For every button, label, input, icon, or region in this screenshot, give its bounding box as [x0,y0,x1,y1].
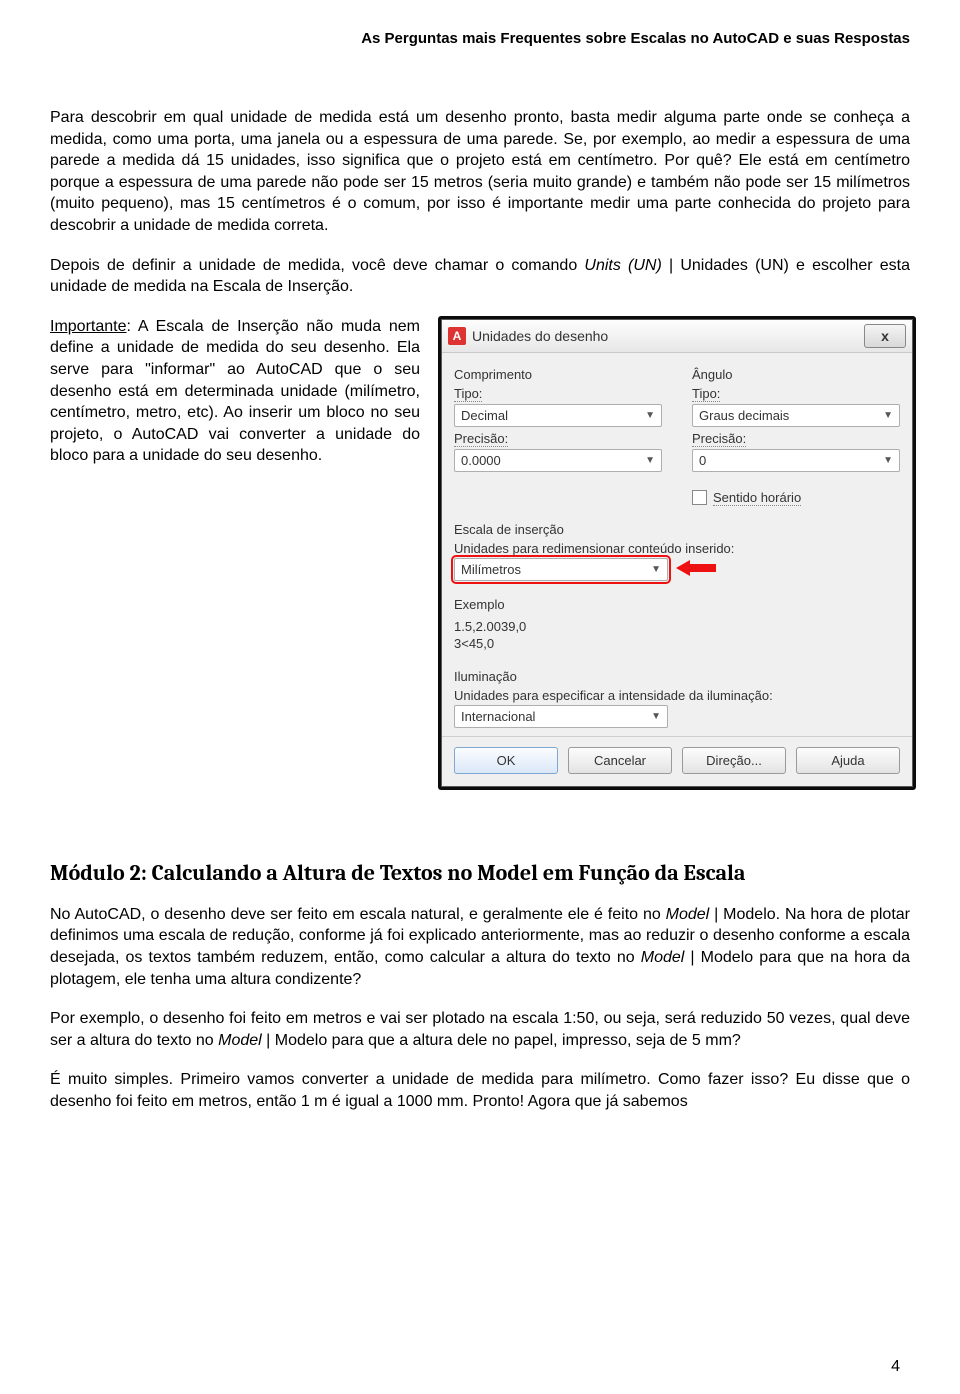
direction-button[interactable]: Direção... [682,747,786,774]
clockwise-checkbox[interactable] [692,490,707,505]
module-2-heading: Módulo 2: Calculando a Altura de Textos … [50,860,910,886]
page-header: As Perguntas mais Frequentes sobre Escal… [50,30,910,47]
paragraph-3: Importante: A Escala de Inserção não mud… [50,316,420,467]
length-precision-label: Precisão: [454,431,662,447]
chevron-down-icon: ▼ [883,455,893,466]
p4-a: No AutoCAD, o desenho deve ser feito em … [50,906,666,923]
app-icon: A [448,327,466,345]
angle-precision-select[interactable]: 0 ▼ [692,449,900,472]
length-precision-value: 0.0000 [461,453,501,468]
insertion-units-select[interactable]: Milímetros ▼ [454,558,668,581]
p3-text: : A Escala de Inserção não muda nem defi… [50,318,420,465]
insertion-scale-label: Escala de inserção [454,522,900,537]
length-type-value: Decimal [461,408,508,423]
p2-text-a: Depois de definir a unidade de medida, v… [50,257,584,274]
lighting-sub: Unidades para especificar a intensidade … [454,688,900,703]
example-label: Exemplo [454,597,900,612]
insertion-scale-sub: Unidades para redimensionar conteúdo ins… [454,541,900,556]
chevron-down-icon: ▼ [883,410,893,421]
chevron-down-icon: ▼ [651,711,661,722]
clockwise-label: Sentido horário [713,490,801,506]
paragraph-1: Para descobrir em qual unidade de medida… [50,107,910,237]
help-button[interactable]: Ajuda [796,747,900,774]
units-dialog: A Unidades do desenho x Comprimento Tipo… [438,316,916,790]
p5-model: Model [218,1032,262,1049]
chevron-down-icon: ▼ [645,455,655,466]
lighting-units-select[interactable]: Internacional ▼ [454,705,668,728]
length-precision-select[interactable]: 0.0000 ▼ [454,449,662,472]
p3-important: Importante [50,318,126,335]
paragraph-6: É muito simples. Primeiro vamos converte… [50,1069,910,1112]
angle-section-label: Ângulo [692,367,900,382]
paragraph-5: Por exemplo, o desenho foi feito em metr… [50,1008,910,1051]
page-number: 4 [891,1358,900,1376]
paragraph-4: No AutoCAD, o desenho deve ser feito em … [50,904,910,990]
length-section-label: Comprimento [454,367,662,382]
paragraph-2: Depois de definir a unidade de medida, v… [50,255,910,298]
lighting-label: Iluminação [454,669,900,684]
close-icon: x [881,328,889,344]
angle-type-select[interactable]: Graus decimais ▼ [692,404,900,427]
length-type-select[interactable]: Decimal ▼ [454,404,662,427]
p4-model-2: Model [641,949,685,966]
chevron-down-icon: ▼ [645,410,655,421]
highlight-arrow-icon [676,558,716,578]
ok-button[interactable]: OK [454,747,558,774]
dialog-titlebar[interactable]: A Unidades do desenho x [442,320,912,353]
example-line-1: 1.5,2.0039,0 [454,618,900,636]
dialog-title-text: Unidades do desenho [472,328,608,344]
cancel-button[interactable]: Cancelar [568,747,672,774]
angle-precision-label: Precisão: [692,431,900,447]
angle-type-value: Graus decimais [699,408,789,423]
close-button[interactable]: x [864,324,906,348]
angle-precision-value: 0 [699,453,706,468]
length-type-label: Tipo: [454,386,662,402]
angle-type-label: Tipo: [692,386,900,402]
chevron-down-icon: ▼ [651,564,661,575]
p2-command: Units (UN) [584,257,661,274]
p5-c: | Modelo para que a altura dele no papel… [262,1032,741,1049]
example-line-2: 3<45,0 [454,635,900,653]
insertion-units-value: Milímetros [461,562,521,577]
p4-model-1: Model [666,906,710,923]
lighting-units-value: Internacional [461,709,535,724]
